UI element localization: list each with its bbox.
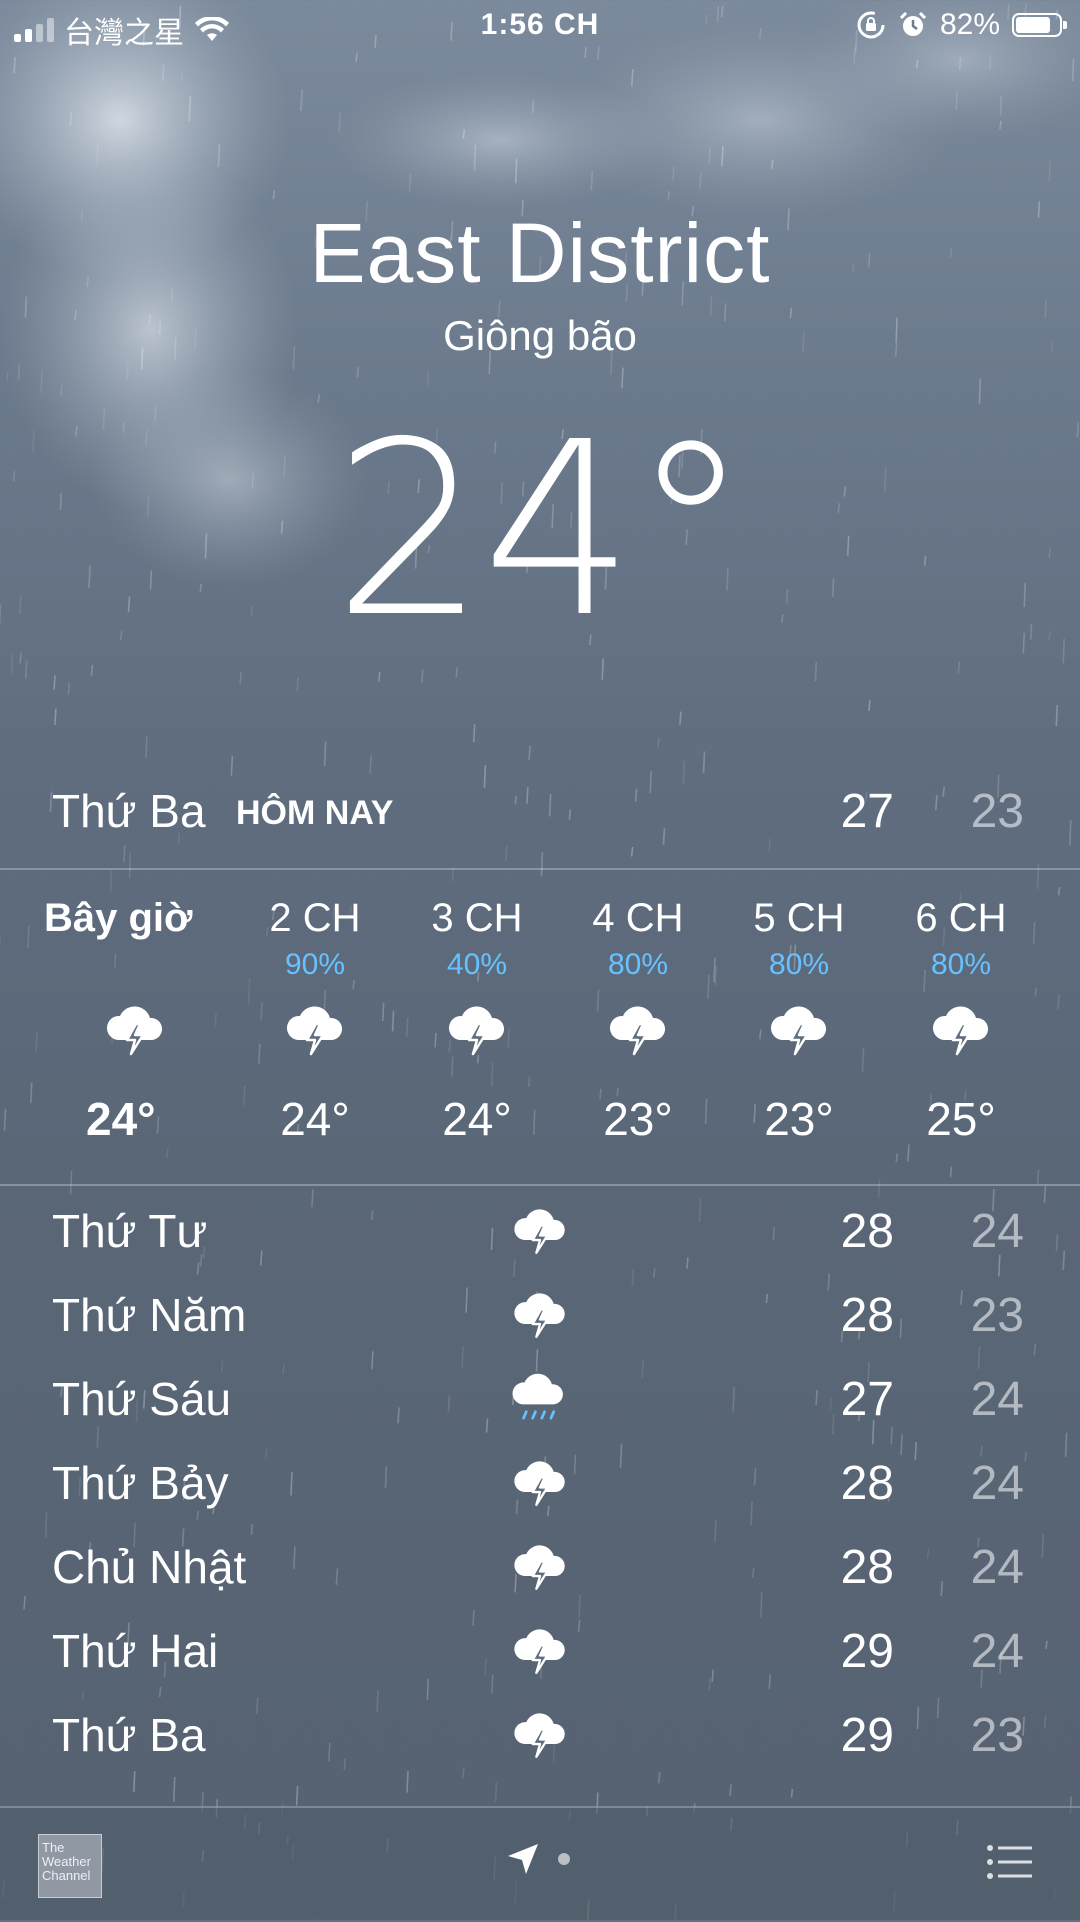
bottom-toolbar: TheWeatherChannel [0, 1806, 1080, 1922]
daily-row: Thứ Bảy 28 24 [0, 1440, 1080, 1524]
day-high: 29 [841, 1624, 894, 1679]
logo-word: The [42, 1841, 98, 1855]
daily-row: Chủ Nhật 28 24 [0, 1524, 1080, 1608]
thunderstorm-icon [508, 1534, 572, 1598]
day-name: Thứ Ba [52, 1708, 206, 1762]
thunderstorm-icon [508, 1198, 572, 1262]
logo-word: Channel [42, 1869, 98, 1883]
hourly-forecast-scroller[interactable]: Bây giờ24°2 CH90%24°3 CH40%24°4 CH80%23°… [0, 868, 1080, 1184]
day-high: 28 [841, 1204, 894, 1259]
weather-channel-logo[interactable]: TheWeatherChannel [38, 1834, 102, 1898]
hour-label: 3 CH [392, 896, 562, 941]
thunderstorm-icon [926, 994, 996, 1064]
day-name: Thứ Sáu [52, 1372, 231, 1426]
hour-label: 2 CH [230, 896, 400, 941]
daily-row: Thứ Năm 28 23 [0, 1272, 1080, 1356]
day-low: 24 [971, 1372, 1024, 1427]
status-bar: 台灣之星 1:56 CH 82% [0, 0, 1080, 56]
orientation-lock-icon [856, 10, 886, 40]
precip-chance: 40% [392, 948, 562, 982]
today-label: HÔM NAY [236, 794, 393, 833]
current-temperature: 24° [0, 390, 1080, 670]
day-name: Chủ Nhật [52, 1540, 246, 1594]
today-low: 23 [971, 784, 1024, 839]
alarm-icon [898, 10, 928, 40]
city-name: East District [0, 205, 1080, 302]
thunderstorm-icon [508, 1450, 572, 1514]
today-day-name: Thứ Ba [52, 784, 206, 838]
day-high: 28 [841, 1456, 894, 1511]
hour-temperature: 24° [392, 1092, 562, 1146]
today-high: 27 [841, 784, 894, 839]
hour-temperature: 25° [876, 1092, 1046, 1146]
day-low: 24 [971, 1456, 1024, 1511]
logo-word: Weather [42, 1855, 98, 1869]
day-low: 23 [971, 1708, 1024, 1763]
thunderstorm-icon [100, 994, 170, 1064]
day-name: Thứ Năm [52, 1288, 246, 1342]
daily-row: Thứ Tư 28 24 [0, 1188, 1080, 1272]
precip-chance: 80% [714, 948, 884, 982]
precip-chance: 80% [553, 948, 723, 982]
battery-percent: 82% [940, 8, 1000, 42]
rain-icon [508, 1366, 572, 1430]
daily-row: Thứ Sáu 27 24 [0, 1356, 1080, 1440]
daily-row: Thứ Hai 29 24 [0, 1608, 1080, 1692]
hour-temperature: 23° [553, 1092, 723, 1146]
list-icon[interactable] [986, 1844, 1034, 1880]
day-name: Thứ Bảy [52, 1456, 229, 1510]
precip-chance: 90% [230, 948, 400, 982]
thunderstorm-icon [508, 1282, 572, 1346]
location-arrow-icon[interactable] [506, 1842, 540, 1876]
day-low: 24 [971, 1204, 1024, 1259]
hour-label: 5 CH [714, 896, 884, 941]
thunderstorm-icon [764, 994, 834, 1064]
page-indicator-dot[interactable] [558, 1853, 570, 1865]
daily-row: Thứ Ba 29 23 [0, 1692, 1080, 1776]
day-high: 28 [841, 1288, 894, 1343]
hour-label: 6 CH [876, 896, 1046, 941]
hour-label: Bây giờ [44, 896, 244, 941]
today-summary-row: Thứ Ba HÔM NAY 27 23 [0, 770, 1080, 866]
hour-label: 4 CH [553, 896, 723, 941]
thunderstorm-icon [280, 994, 350, 1064]
day-high: 28 [841, 1540, 894, 1595]
day-low: 23 [971, 1288, 1024, 1343]
battery-icon [1012, 13, 1062, 37]
status-right: 82% [856, 8, 1062, 42]
day-low: 24 [971, 1540, 1024, 1595]
day-high: 29 [841, 1708, 894, 1763]
precip-chance: 80% [876, 948, 1046, 982]
day-name: Thứ Tư [52, 1204, 207, 1258]
thunderstorm-icon [508, 1702, 572, 1766]
thunderstorm-icon [508, 1618, 572, 1682]
day-low: 24 [971, 1624, 1024, 1679]
day-name: Thứ Hai [52, 1624, 218, 1678]
day-high: 27 [841, 1372, 894, 1427]
daily-forecast-list[interactable]: Thứ Tư 28 24 Thứ Năm 28 23 Thứ Sáu 27 24 Thứ Bảy 2… [0, 1188, 1080, 1804]
hour-temperature: 24° [230, 1092, 400, 1146]
thunderstorm-icon [603, 994, 673, 1064]
weather-condition: Giông bão [0, 312, 1080, 360]
hour-temperature: 23° [714, 1092, 884, 1146]
thunderstorm-icon [442, 994, 512, 1064]
divider [0, 1184, 1080, 1186]
